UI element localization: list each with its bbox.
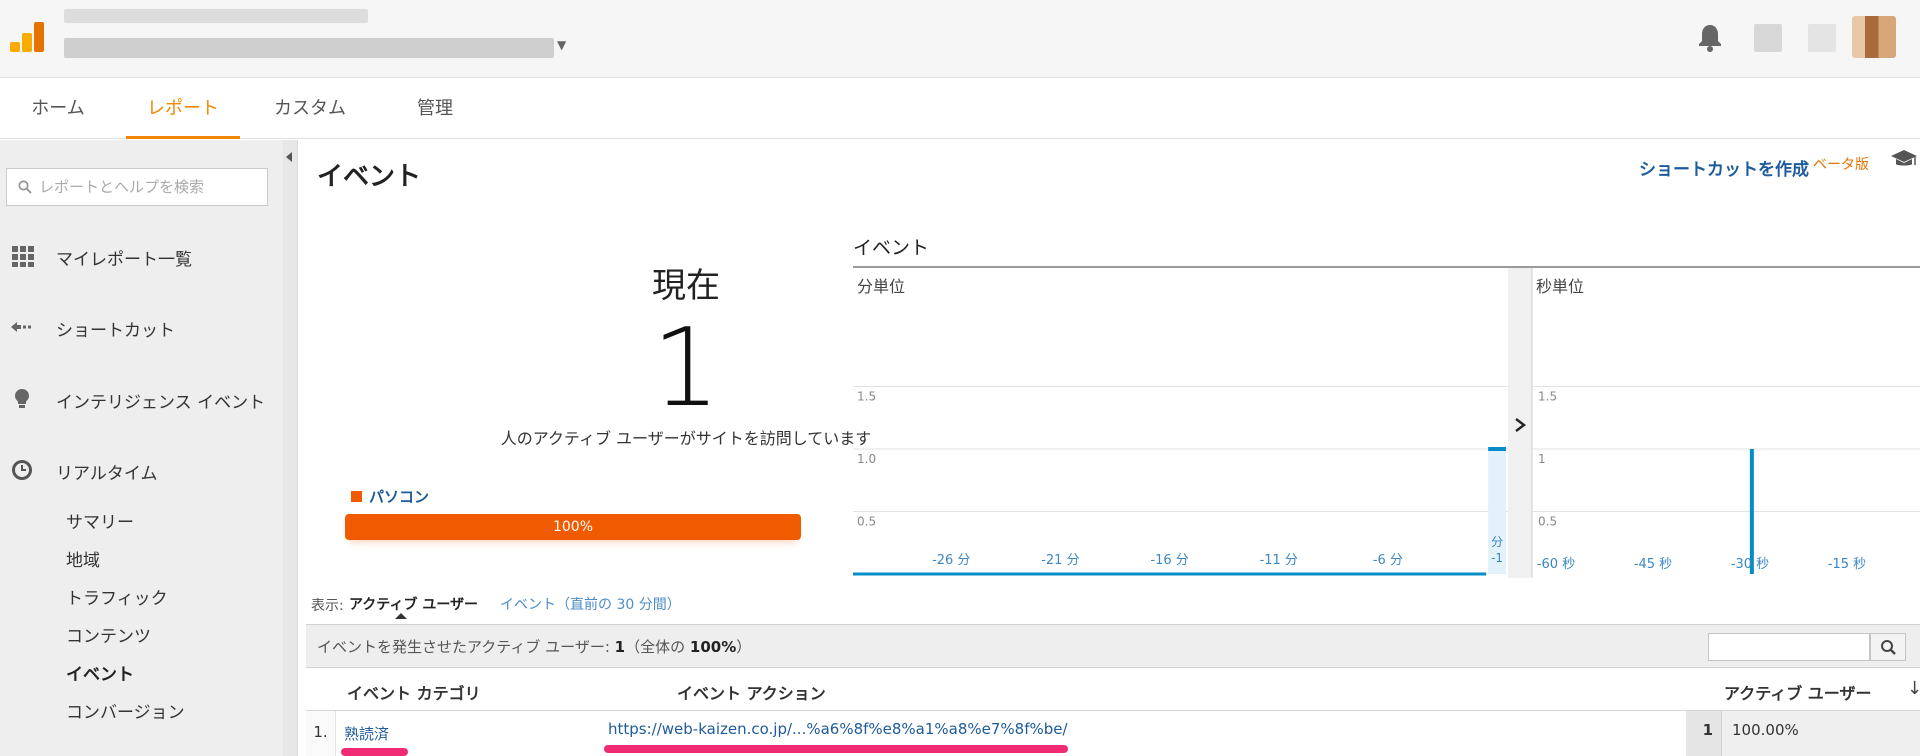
main-nav-tabs: ホーム レポート カスタム 管理 (0, 79, 1920, 139)
realtime-event-charts: 分単位 秒単位 1.5 1.5 1.0 1 0.5 0.5 -26 分 -21 分 -16 分 -11… (853, 266, 1920, 578)
notification-bell-icon[interactable] (1697, 22, 1723, 52)
view-active-users[interactable]: アクティブ ユーザー (349, 594, 478, 614)
sidebar-subitem-content[interactable]: コンテンツ (66, 622, 151, 647)
sidebar-item-label: インテリジェンス イベント (56, 393, 266, 413)
search-icon (18, 180, 32, 194)
desktop-legend-label[interactable]: パソコン (369, 486, 429, 507)
x-tick-label: -6 分 (1373, 553, 1403, 568)
top-header: ▼ (0, 0, 1920, 78)
row-number: 1. (306, 711, 336, 756)
lightbulb-icon (15, 389, 29, 408)
active-user-count: 1 (651, 306, 721, 431)
table-row: 1. 熟読済 https://web-kaizen.co.jp/...%a6%8… (306, 711, 1920, 756)
account-dropdown-caret-icon[interactable]: ▼ (557, 38, 566, 52)
main-content: イベント ショートカットを作成 ベータ版 現在 1 人のアクティブ ユーザーがサ… (300, 140, 1920, 756)
x-tick-label: -45 秒 (1634, 557, 1672, 572)
y-tick-label: 1.5 (857, 390, 876, 404)
desktop-legend-swatch (351, 491, 362, 502)
view-label: 表示: (311, 598, 344, 614)
sidebar-subitem-overview[interactable]: サマリー (66, 508, 134, 533)
y-tick-label: 1 (1538, 452, 1546, 466)
summary-total-percent: 100% (689, 638, 737, 656)
report-search-box[interactable] (6, 168, 268, 206)
analytics-logo-icon[interactable] (10, 20, 44, 54)
active-users-percent: 100.00% (1722, 711, 1920, 756)
desktop-percent-bar: 100% (345, 514, 801, 540)
x-tick-label: -11 分 (1260, 553, 1298, 568)
selected-view-caret-icon (395, 613, 407, 619)
table-header: イベント カテゴリ イベント アクション アクティブ ユーザー ↓ (306, 669, 1920, 711)
summary-bar: イベントを発生させたアクティブ ユーザー: 1（全体の 100%） (306, 624, 1920, 668)
sidebar-item-intelligence-events[interactable]: インテリジェンス イベント (0, 379, 283, 419)
sort-descending-icon[interactable]: ↓ (1907, 678, 1920, 699)
x-tick-label: -16 分 (1150, 553, 1188, 568)
x-tick-label: -21 分 (1041, 553, 1079, 568)
bar (1488, 447, 1506, 451)
summary-total-prefix: （全体の (625, 638, 686, 656)
search-icon (1881, 640, 1896, 655)
collapse-left-icon[interactable] (286, 152, 292, 162)
event-category-link[interactable]: 熟読済 (344, 723, 389, 744)
sidebar-collapse-handle[interactable] (283, 140, 298, 756)
x-tick-label: 分 (1491, 535, 1503, 549)
x-tick-label: -15 秒 (1828, 557, 1866, 572)
tab-custom[interactable]: カスタム (254, 79, 366, 139)
y-tick-label: 1.5 (1538, 390, 1557, 404)
y-tick-label: 0.5 (857, 515, 876, 529)
grid-icon (12, 246, 34, 267)
report-search-input[interactable] (39, 169, 264, 205)
sidebar-subitem-conversions[interactable]: コンバージョン (66, 698, 185, 723)
minute-chart-subtitle: 分単位 (857, 277, 905, 296)
chart-title: イベント (853, 237, 930, 259)
column-header-event-category[interactable]: イベント カテゴリ (347, 680, 481, 704)
sidebar-item-label: マイレポート一覧 (56, 250, 192, 270)
tab-reports[interactable]: レポート (126, 79, 240, 139)
property-name-redacted[interactable] (64, 38, 554, 58)
avatar[interactable] (1852, 16, 1896, 58)
realtime-chart-svg: 分単位 秒単位 1.5 1.5 1.0 1 0.5 0.5 -26 分 -21 分 -16 分 -11… (853, 268, 1920, 578)
x-tick-label: -30 秒 (1731, 557, 1769, 572)
summary-total-suffix: ） (736, 638, 752, 656)
page-title: イベント (317, 162, 422, 192)
view-events-last-30min[interactable]: イベント（直前の 30 分間） (500, 594, 681, 614)
summary-count: 1 (614, 638, 626, 656)
x-tick-label: -60 秒 (1537, 557, 1575, 572)
column-header-active-users[interactable]: アクティブ ユーザー (1724, 680, 1872, 704)
tab-admin[interactable]: 管理 (380, 79, 490, 139)
table-filter-input[interactable] (1708, 633, 1870, 661)
column-header-event-action[interactable]: イベント アクション (677, 680, 826, 704)
summary-text: イベントを発生させたアクティブ ユーザー: 1（全体の 100%） (317, 636, 751, 657)
sidebar: マイレポート一覧 ショートカット インテリジェンス イベント リアルタイム サマ… (0, 140, 283, 756)
x-tick-label: -26 分 (932, 553, 970, 568)
x-tick-label: -1 (1491, 551, 1503, 565)
y-tick-label: 0.5 (1538, 515, 1557, 529)
highlight-underline (604, 745, 1068, 753)
highlight-underline (341, 748, 408, 756)
shortcut-arrow-icon (11, 322, 31, 332)
create-shortcut-link[interactable]: ショートカットを作成 (1639, 155, 1809, 180)
active-users-value: 1 (1686, 711, 1722, 756)
event-action-link[interactable]: https://web-kaizen.co.jp/...%a6%8f%e8%a1… (608, 720, 1068, 738)
header-apps-redacted[interactable] (1754, 24, 1782, 52)
table-search-button[interactable] (1870, 633, 1906, 661)
sidebar-item-label: ショートカット (56, 321, 175, 341)
y-tick-label: 1.0 (857, 452, 876, 466)
sidebar-item-label: リアルタイム (56, 464, 158, 484)
sidebar-item-shortcuts[interactable]: ショートカット (0, 307, 283, 347)
sidebar-subitem-events[interactable]: イベント (66, 660, 134, 685)
header-account-redacted[interactable] (1808, 24, 1836, 52)
current-label: 現在 (652, 266, 720, 306)
second-chart-subtitle: 秒単位 (1536, 277, 1584, 296)
bar (1749, 449, 1754, 574)
sidebar-item-realtime[interactable]: リアルタイム (0, 450, 283, 490)
summary-prefix: イベントを発生させたアクティブ ユーザー: (317, 638, 610, 656)
sidebar-subitem-traffic[interactable]: トラフィック (66, 584, 168, 609)
clock-icon (12, 460, 32, 480)
beta-badge: ベータ版 (1813, 157, 1869, 173)
tab-home[interactable]: ホーム (0, 79, 116, 139)
sidebar-item-my-reports[interactable]: マイレポート一覧 (0, 236, 283, 276)
graduation-cap-icon[interactable] (1890, 148, 1918, 170)
sidebar-subitem-locations[interactable]: 地域 (66, 546, 100, 571)
account-name-redacted[interactable] (64, 9, 368, 23)
